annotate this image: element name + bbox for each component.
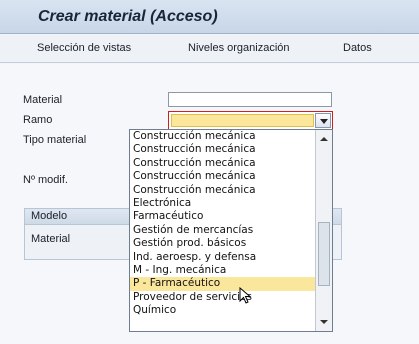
select-views-button[interactable]: Selección de vistas [37, 42, 131, 54]
ramo-select[interactable] [168, 111, 333, 130]
ramo-dropdown-arrow-icon[interactable] [315, 113, 331, 128]
ramo-option-selected[interactable]: P - Farmacéutico [130, 277, 315, 291]
ramo-option[interactable]: Ind. aeroesp. y defensa [130, 251, 315, 264]
ramo-option[interactable]: Electrónica [130, 197, 315, 210]
ramo-label: Ramo [23, 114, 53, 126]
mouse-cursor-icon [239, 287, 252, 304]
nro-modif-label: Nº modif. [23, 174, 68, 186]
material-input[interactable] [168, 92, 332, 107]
ramo-option[interactable]: Construcción mecánica [130, 170, 315, 183]
scroll-thumb[interactable] [318, 222, 330, 286]
window-title: Crear material (Acceso) [38, 8, 218, 25]
ramo-option[interactable]: M - Ing. mecánica [130, 264, 315, 277]
ramo-dropdown-list[interactable]: Construcción mecánica Construcción mecán… [129, 129, 333, 332]
data-button[interactable]: Datos [343, 42, 372, 54]
ramo-option[interactable]: Proveedor de servicios [130, 291, 315, 304]
ramo-option[interactable]: Construcción mecánica [130, 143, 315, 156]
modelo-group-title: Modelo [31, 210, 68, 222]
tipo-material-label: Tipo material [23, 134, 87, 146]
application-toolbar: Selección de vistas Niveles organización… [0, 35, 419, 63]
ramo-option[interactable]: Gestión de mercancías [130, 224, 315, 237]
material-label: Material [23, 94, 63, 106]
ramo-option[interactable]: Farmacéutico [130, 210, 315, 223]
org-levels-button[interactable]: Niveles organización [188, 42, 290, 54]
ramo-option[interactable]: Químico [130, 304, 315, 317]
scroll-up-icon[interactable] [316, 132, 332, 146]
ramo-options: Construcción mecánica Construcción mecán… [130, 130, 315, 331]
scroll-down-icon[interactable] [316, 315, 332, 329]
modelo-material-label: Material [31, 233, 71, 245]
ramo-option[interactable]: Construcción mecánica [130, 184, 315, 197]
ramo-option[interactable]: Construcción mecánica [130, 157, 315, 170]
ramo-select-value[interactable] [171, 114, 314, 127]
dropdown-scrollbar[interactable] [315, 130, 332, 331]
ramo-option[interactable]: Gestión prod. básicos [130, 237, 315, 250]
ramo-option[interactable]: Construcción mecánica [130, 130, 315, 143]
title-bar: Crear material (Acceso) [0, 0, 419, 34]
